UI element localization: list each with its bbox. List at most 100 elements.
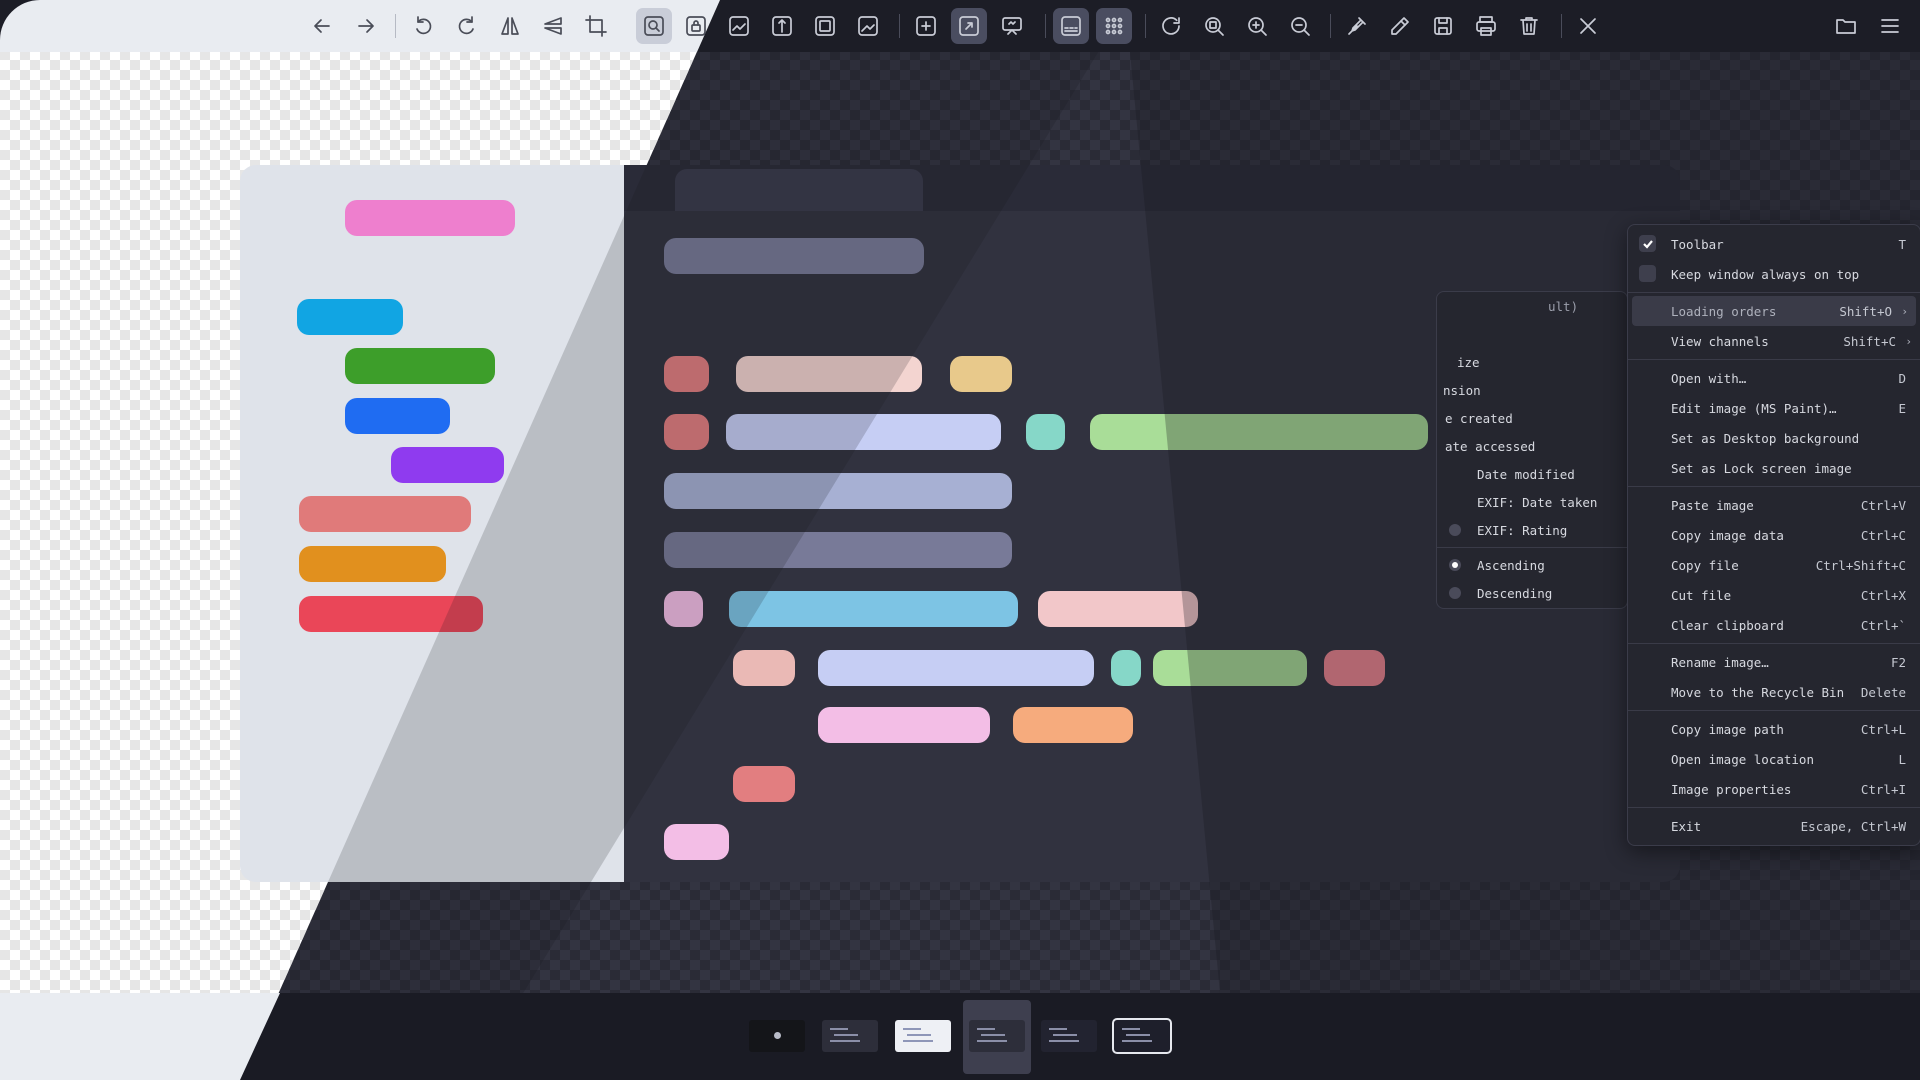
flip-vertical-button[interactable] — [535, 8, 571, 44]
main-menu-button[interactable] — [1872, 8, 1908, 44]
flip-vertical-icon — [541, 14, 565, 38]
menu-item-edit-image-ms-paint[interactable]: Edit image (MS Paint)… E — [1628, 393, 1920, 423]
menu-item-copy-image-path[interactable]: Copy image path Ctrl+L — [1628, 714, 1920, 744]
menu-item-image-properties[interactable]: Image properties Ctrl+I — [1628, 774, 1920, 804]
thumbnail-preview-line — [977, 1028, 995, 1030]
menu-item-set-as-lock-screen-image[interactable]: Set as Lock screen image — [1628, 453, 1920, 483]
auto-zoom-icon — [642, 14, 666, 38]
thumbnail-1[interactable] — [749, 1020, 805, 1052]
art-code-bar — [733, 650, 795, 686]
menu-item-clear-clipboard[interactable]: Clear clipboard Ctrl+` — [1628, 610, 1920, 640]
color-picker-button[interactable] — [1339, 8, 1375, 44]
art-code-bar — [664, 824, 729, 860]
submenu-item-ascending[interactable]: Ascending — [1437, 551, 1627, 579]
menu-item-open-image-location[interactable]: Open image location L — [1628, 744, 1920, 774]
thumbnail-6[interactable] — [1112, 1018, 1172, 1054]
toolbar-separator — [395, 14, 396, 38]
slideshow-icon — [1000, 14, 1024, 38]
refresh-button[interactable] — [1153, 8, 1189, 44]
submenu-item-label: ize — [1457, 354, 1480, 370]
menu-separator — [1628, 807, 1920, 808]
lock-zoom-button[interactable] — [678, 8, 714, 44]
art-code-bar — [345, 398, 450, 434]
close-button[interactable] — [1570, 8, 1606, 44]
menu-item-copy-image-data[interactable]: Copy image data Ctrl+C — [1628, 520, 1920, 550]
rotate-left-button[interactable] — [405, 8, 441, 44]
actual-size-button[interactable] — [1196, 8, 1232, 44]
checkbox-icon[interactable] — [1639, 265, 1656, 282]
menu-item-shortcut: F2 — [1890, 654, 1906, 670]
flip-horizontal-button[interactable] — [492, 8, 528, 44]
zoom-out-button[interactable] — [1282, 8, 1318, 44]
menu-item-paste-image[interactable]: Paste image Ctrl+V — [1628, 490, 1920, 520]
print-button[interactable] — [1468, 8, 1504, 44]
crop-button[interactable] — [578, 8, 614, 44]
thumbnail-3[interactable] — [895, 1020, 951, 1052]
back-button[interactable] — [304, 8, 340, 44]
slideshow-button[interactable] — [994, 8, 1030, 44]
edit-button[interactable] — [1382, 8, 1418, 44]
art-code-bar — [1013, 707, 1133, 743]
thumbnail-preview-line — [981, 1034, 1005, 1036]
auto-zoom-button[interactable] — [636, 8, 672, 44]
gallery-button[interactable] — [1096, 8, 1132, 44]
menu-item-toolbar[interactable]: Toolbar T — [1628, 229, 1920, 259]
submenu-item-ize[interactable]: ize — [1437, 348, 1627, 376]
radio-selected-icon[interactable] — [1449, 559, 1461, 571]
full-screen-button[interactable] — [951, 8, 987, 44]
menu-item-move-to-the-recycle-bin[interactable]: Move to the Recycle Bin Delete — [1628, 677, 1920, 707]
chevron-right-icon: › — [1901, 305, 1908, 318]
delete-button[interactable] — [1511, 8, 1547, 44]
menu-separator — [1628, 292, 1920, 293]
scale-to-width-button[interactable] — [721, 8, 757, 44]
submenu-item-nsion[interactable]: nsion — [1437, 376, 1627, 404]
submenu-item-default[interactable]: ult) — [1437, 292, 1627, 322]
menu-item-copy-file[interactable]: Copy file Ctrl+Shift+C — [1628, 550, 1920, 580]
menu-item-label: Copy file — [1671, 557, 1739, 573]
art-code-bar — [664, 414, 709, 450]
rotate-right-button[interactable] — [449, 8, 485, 44]
scale-to-fill-button[interactable] — [850, 8, 886, 44]
thumbnail-5[interactable] — [1041, 1020, 1097, 1052]
menu-item-keep-window-always-on-top[interactable]: Keep window always on top — [1628, 259, 1920, 289]
submenu-item-ate-accessed[interactable]: ate accessed — [1437, 432, 1627, 460]
menu-item-loading-orders[interactable]: Loading orders Shift+O › — [1632, 296, 1916, 326]
menu-separator — [1628, 486, 1920, 487]
thumbnail-bar-button[interactable] — [1053, 8, 1089, 44]
thumbnail-preview-line — [830, 1040, 860, 1042]
menu-item-label: Clear clipboard — [1671, 617, 1784, 633]
submenu-item-exif-rating[interactable]: EXIF: Rating — [1437, 516, 1627, 544]
forward-button[interactable] — [348, 8, 384, 44]
scale-to-height-button[interactable] — [764, 8, 800, 44]
submenu-item-date-modified[interactable]: Date modified — [1437, 460, 1627, 488]
menu-item-exit[interactable]: Exit Escape, Ctrl+W — [1628, 811, 1920, 841]
submenu-item-exif-date-taken[interactable]: EXIF: Date taken — [1437, 488, 1627, 516]
frameless-button[interactable] — [908, 8, 944, 44]
menu-item-shortcut: L — [1898, 751, 1906, 767]
art-code-bar — [664, 473, 1012, 509]
radio-icon[interactable] — [1449, 524, 1461, 536]
menu-item-set-as-desktop-background[interactable]: Set as Desktop background — [1628, 423, 1920, 453]
scale-to-fit-button[interactable] — [807, 8, 843, 44]
menu-item-open-with[interactable]: Open with… D — [1628, 363, 1920, 393]
art-code-bar — [950, 356, 1012, 392]
menu-item-cut-file[interactable]: Cut file Ctrl+X — [1628, 580, 1920, 610]
checkbox-checked-icon[interactable] — [1639, 235, 1656, 252]
color-picker-icon — [1345, 14, 1369, 38]
open-folder-button[interactable] — [1828, 8, 1864, 44]
submenu-item-e-created[interactable]: e created — [1437, 404, 1627, 432]
menu-item-rename-image[interactable]: Rename image… F2 — [1628, 647, 1920, 677]
thumbnail-2[interactable] — [822, 1020, 878, 1052]
radio-icon[interactable] — [1449, 587, 1461, 599]
save-icon — [1431, 14, 1455, 38]
save-button[interactable] — [1425, 8, 1461, 44]
zoom-in-button[interactable] — [1239, 8, 1275, 44]
art-code-bar — [345, 200, 515, 236]
thumbnail-4[interactable] — [969, 1020, 1025, 1052]
thumbnail-bar-icon — [1059, 14, 1083, 38]
menu-item-shortcut: Shift+O — [1839, 303, 1892, 319]
zoom-out-icon — [1288, 14, 1312, 38]
menu-item-label: Rename image… — [1671, 654, 1769, 670]
submenu-item-descending[interactable]: Descending — [1437, 579, 1627, 607]
menu-item-view-channels[interactable]: View channels Shift+C › — [1628, 326, 1920, 356]
